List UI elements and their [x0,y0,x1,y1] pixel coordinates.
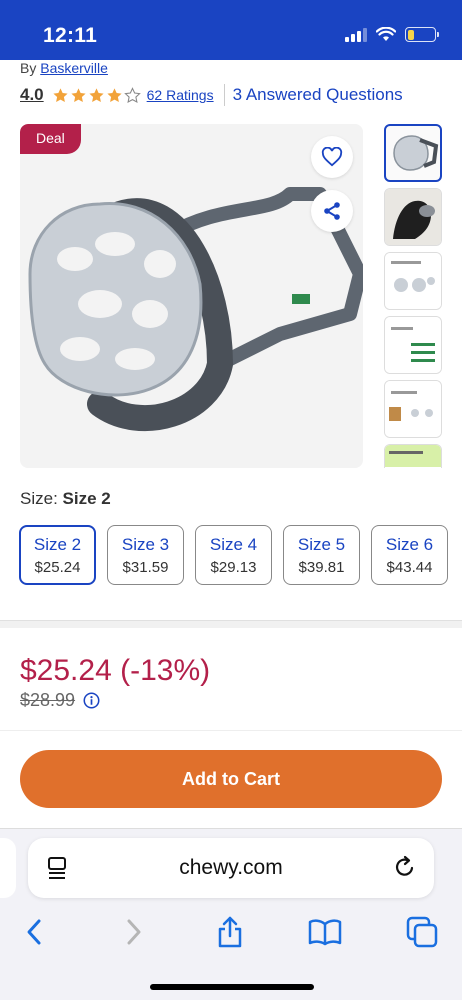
size-option-price: $25.24 [34,559,81,576]
size-label-prefix: Size: [20,489,63,508]
thumbnail-4[interactable] [384,316,442,374]
book-icon [308,919,342,946]
tabs-icon [406,916,438,948]
size-option-price: $39.81 [298,559,345,576]
share-icon [324,202,340,220]
add-to-cart-button[interactable]: Add to Cart [20,750,442,808]
size-option-price: $43.44 [386,559,433,576]
favorite-button[interactable] [311,136,353,178]
star-full-icon [107,87,122,102]
size-option-name: Size 4 [209,535,258,554]
size-option-6[interactable]: Size 6 $43.44 [371,525,448,585]
size-option-price: $29.13 [210,559,257,576]
fitting-thumbnail [385,381,441,437]
reload-icon[interactable] [394,855,416,879]
browser-toolbar [0,906,462,956]
chevron-left-icon [27,919,41,945]
brand-byline: By Baskerville [20,60,108,76]
product-image[interactable]: Deal [20,124,363,468]
wifi-icon [376,27,396,41]
url-text: chewy.com [179,856,283,879]
share-page-button[interactable] [212,914,248,950]
original-price: $28.99 [20,690,76,710]
ratings-count-link[interactable]: 62 Ratings [147,87,214,103]
battery-icon [405,27,439,42]
brand-link[interactable]: Baskerville [40,60,108,76]
size-option-2[interactable]: Size 2 $25.24 [19,525,96,585]
share-button[interactable] [311,190,353,232]
deal-badge: Deal [20,124,81,154]
original-price-row: $28.99 [20,690,100,711]
thumbnail-5[interactable] [384,380,442,438]
star-rating [52,86,141,104]
status-time: 12:11 [43,24,98,47]
byline-prefix: By [20,60,41,76]
muzzle-thumbnail [393,135,439,171]
cellular-signal-icon [345,27,367,42]
dog-photo-thumbnail [385,189,441,245]
size-option-name: Size 3 [121,535,170,554]
size-option-name: Size 2 [33,535,82,554]
thumbnail-3[interactable] [384,252,442,310]
current-price: $25.24 (-13%) [20,654,211,687]
size-label: Size: Size 2 [20,489,111,509]
info-icon[interactable] [83,692,100,709]
divider [223,84,225,106]
answered-questions-link[interactable]: 3 Answered Questions [233,85,403,105]
size-option-name: Size 6 [385,535,434,554]
reviews-thumbnail [385,445,441,468]
size-option-name: Size 5 [297,535,346,554]
thumbnail-strip[interactable] [384,124,442,468]
star-full-icon [71,87,86,102]
back-button[interactable] [16,914,52,950]
address-bar[interactable]: chewy.com [28,838,434,898]
chevron-right-icon [127,919,141,945]
size-option-price: $31.59 [122,559,169,576]
star-full-icon [89,87,104,102]
thumbnail-1[interactable] [384,124,442,182]
status-bar: 12:11 [0,0,462,60]
size-option-4[interactable]: Size 4 $29.13 [195,525,272,585]
thumbnail-6[interactable] [384,444,442,468]
size-options: Size 2 $25.24 Size 3 $31.59 Size 4 $29.1… [19,525,448,585]
star-empty-icon [123,86,141,103]
section-divider [0,620,462,628]
selected-size: Size 2 [62,489,111,508]
heart-icon [321,147,343,167]
forward-button[interactable] [116,914,152,950]
status-icons [345,27,439,42]
tabs-button[interactable] [404,914,440,950]
home-indicator [150,984,314,990]
infographic-thumbnail [385,253,441,309]
previous-tab-edge[interactable] [0,838,16,898]
share-upload-icon [218,916,242,948]
thumbnail-2[interactable] [384,188,442,246]
star-full-icon [53,87,68,102]
size-guide-thumbnail [385,317,441,373]
rating-row: 4.0 62 Ratings 3 Answered Questions [20,84,403,106]
bookmarks-button[interactable] [307,914,343,950]
size-option-5[interactable]: Size 5 $39.81 [283,525,360,585]
rating-value[interactable]: 4.0 [20,85,44,105]
size-option-3[interactable]: Size 3 $31.59 [107,525,184,585]
